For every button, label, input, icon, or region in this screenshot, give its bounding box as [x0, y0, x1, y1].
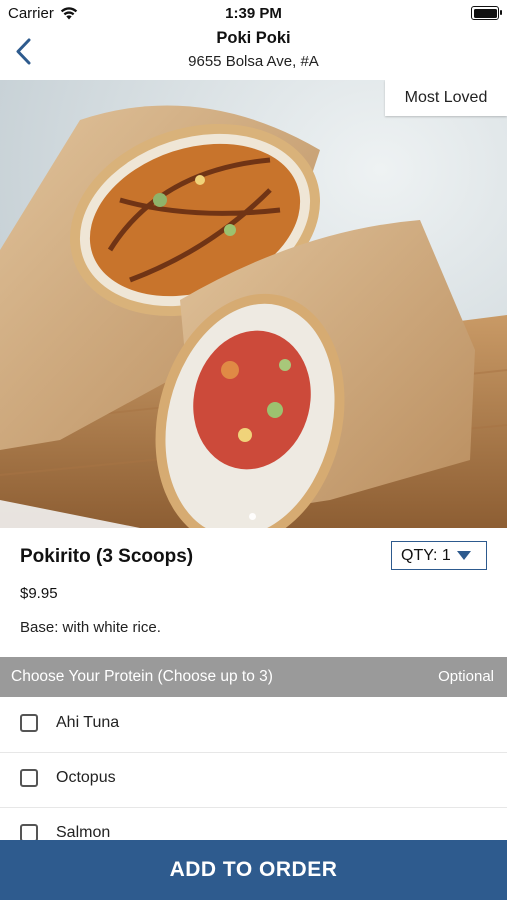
carousel-indicator[interactable] [249, 513, 256, 520]
restaurant-name: Poki Poki [216, 29, 291, 47]
navigation-bar: Poki Poki 9655 Bolsa Ave, #A [0, 26, 507, 80]
restaurant-address: 9655 Bolsa Ave, #A [188, 53, 319, 70]
protein-section-header: Choose Your Protein (Choose up to 3) Opt… [0, 657, 507, 697]
quantity-dropdown[interactable]: QTY: 1 [391, 541, 487, 570]
option-label: Octopus [56, 769, 116, 786]
status-time: 1:39 PM [225, 5, 282, 22]
optional-label: Optional [438, 668, 494, 685]
item-description: Base: with white rice. [20, 619, 161, 636]
item-price: $9.95 [20, 585, 58, 602]
checkbox[interactable] [20, 714, 38, 732]
burrito-photo [0, 80, 507, 528]
option-row-octopus[interactable]: Octopus [0, 752, 507, 808]
quantity-label: QTY: 1 [401, 546, 451, 564]
section-title: Choose Your Protein (Choose up to 3) [11, 668, 273, 685]
option-label: Ahi Tuna [56, 714, 120, 731]
item-name: Pokirito (3 Scoops) [20, 546, 194, 567]
most-loved-badge: Most Loved [385, 80, 507, 116]
add-to-order-button[interactable]: ADD TO ORDER [0, 840, 507, 900]
battery-icon [471, 6, 502, 20]
item-photo: Most Loved [0, 80, 507, 528]
option-row-ahi-tuna[interactable]: Ahi Tuna [0, 697, 507, 753]
status-bar: Carrier 1:39 PM [0, 0, 507, 26]
checkbox[interactable] [20, 769, 38, 787]
caret-down-icon [456, 551, 471, 560]
